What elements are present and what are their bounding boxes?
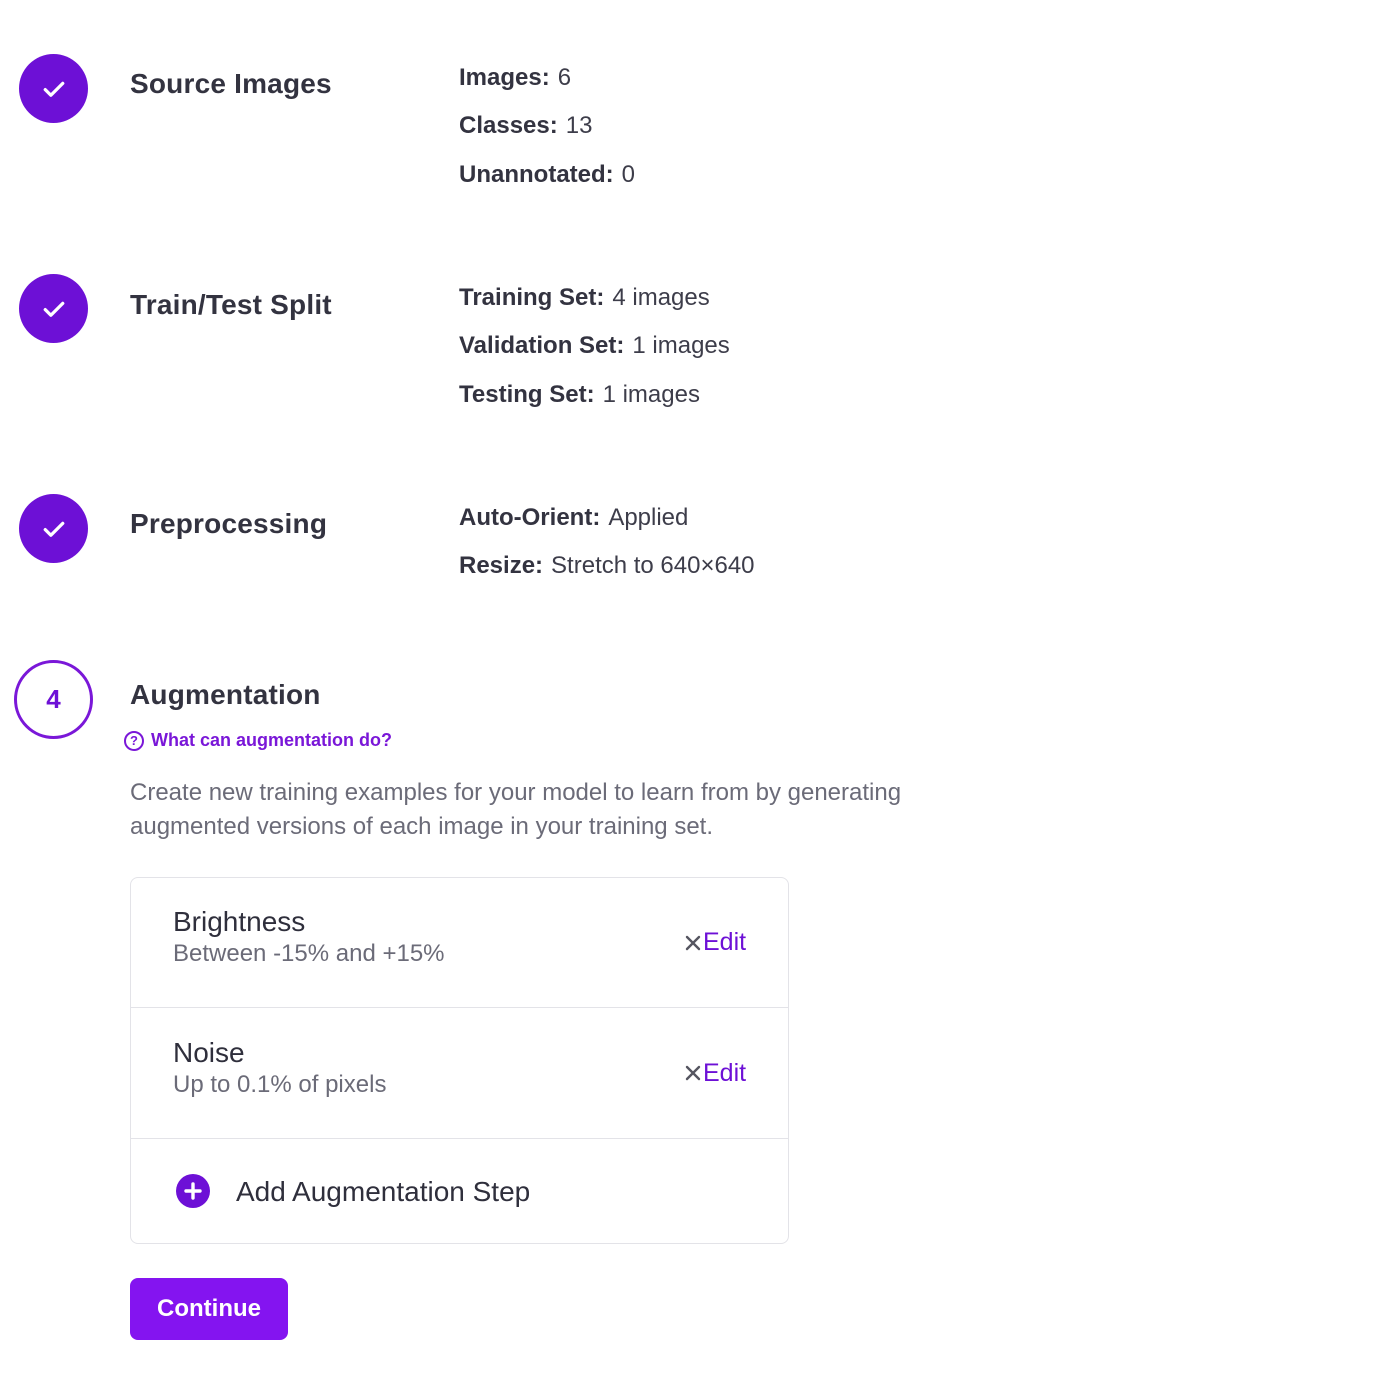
- augmentation-name: Brightness: [173, 906, 306, 937]
- step-title: Augmentation: [130, 679, 321, 710]
- augmentation-detail: Up to 0.1% of pixels: [173, 1071, 387, 1098]
- detail-unannotated: Unannotated: 0: [459, 161, 635, 189]
- add-augmentation-label: Add Augmentation Step: [236, 1176, 531, 1207]
- close-icon: [685, 1065, 701, 1081]
- detail-resize: Resize: Stretch to 640×640: [459, 552, 755, 580]
- close-icon: [685, 935, 701, 951]
- detail-classes: Classes: 13: [459, 112, 592, 140]
- detail-value: 1 images: [602, 381, 700, 408]
- question-circle-icon: ?: [124, 730, 144, 751]
- detail-key: Resize:: [459, 552, 544, 579]
- edit-brightness-button[interactable]: Edit: [703, 928, 746, 957]
- detail-testing-set: Testing Set: 1 images: [459, 381, 700, 409]
- detail-value: 4 images: [612, 284, 710, 311]
- remove-brightness-button[interactable]: [680, 930, 706, 956]
- check-icon: [43, 521, 64, 537]
- augmentation-name: Noise: [173, 1037, 245, 1068]
- help-link-label: What can augmentation do?: [151, 730, 392, 750]
- step-title: Train/Test Split: [130, 289, 332, 320]
- detail-value: 1 images: [632, 332, 730, 359]
- detail-auto-orient: Auto-Orient: Applied: [459, 504, 688, 532]
- detail-key: Unannotated:: [459, 161, 614, 188]
- detail-key: Auto-Orient:: [459, 504, 601, 531]
- augmentation-help-link[interactable]: ? What can augmentation do?: [124, 730, 392, 751]
- step-complete-badge: [19, 494, 88, 563]
- detail-key: Validation Set:: [459, 332, 625, 359]
- augmentation-detail: Between -15% and +15%: [173, 940, 445, 967]
- step-title: Source Images: [130, 68, 332, 99]
- detail-value: 6: [557, 64, 572, 91]
- step-title: Preprocessing: [130, 508, 328, 539]
- detail-value: 0: [621, 161, 636, 188]
- step-complete-badge: [19, 54, 88, 123]
- step-complete-badge: [19, 274, 88, 343]
- detail-key: Testing Set:: [459, 381, 595, 408]
- detail-validation-set: Validation Set: 1 images: [459, 332, 730, 360]
- check-icon: [43, 301, 64, 317]
- edit-noise-button[interactable]: Edit: [703, 1059, 746, 1088]
- plus-circle-icon: [176, 1174, 210, 1208]
- augmentation-description: Create new training examples for your mo…: [130, 779, 902, 840]
- detail-key: Classes:: [459, 112, 558, 139]
- detail-key: Training Set:: [459, 284, 605, 311]
- step-number-badge: 4: [14, 660, 93, 739]
- detail-value: Stretch to 640×640: [551, 552, 755, 579]
- detail-value: 13: [565, 112, 593, 139]
- add-augmentation-step-button[interactable]: Add Augmentation Step: [131, 1140, 788, 1244]
- continue-button[interactable]: Continue: [130, 1278, 288, 1340]
- detail-training-set: Training Set: 4 images: [459, 284, 710, 312]
- check-icon: [43, 81, 64, 97]
- detail-value: Applied: [608, 504, 689, 531]
- detail-images: Images: 6: [459, 64, 571, 92]
- detail-key: Images:: [459, 64, 550, 91]
- remove-noise-button[interactable]: [680, 1060, 706, 1086]
